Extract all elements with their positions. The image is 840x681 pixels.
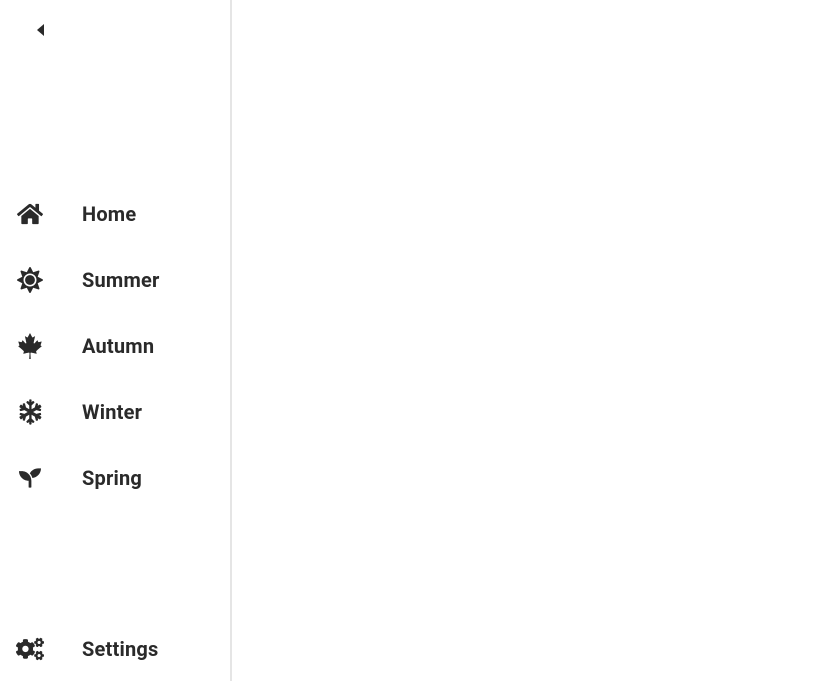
sidebar-item-label: Settings — [82, 637, 158, 661]
sidebar-item-spring[interactable]: Spring — [16, 464, 230, 492]
leaf-icon — [16, 332, 44, 360]
sidebar-item-label: Summer — [82, 268, 160, 292]
sun-icon — [16, 266, 44, 294]
sidebar-item-label: Winter — [82, 400, 142, 424]
sidebar: Home Summer Autumn W — [0, 0, 232, 681]
sidebar-item-winter[interactable]: Winter — [16, 398, 230, 426]
sidebar-item-label: Autumn — [82, 334, 154, 358]
sidebar-item-label: Home — [82, 202, 136, 226]
sidebar-item-home[interactable]: Home — [16, 200, 230, 228]
sidebar-nav: Home Summer Autumn W — [16, 200, 230, 492]
sidebar-item-autumn[interactable]: Autumn — [16, 332, 230, 360]
home-icon — [16, 200, 44, 228]
snowflake-icon — [16, 398, 44, 426]
sidebar-item-label: Spring — [82, 466, 142, 490]
collapse-sidebar-button[interactable] — [16, 18, 46, 42]
sidebar-item-summer[interactable]: Summer — [16, 266, 230, 294]
sidebar-item-settings[interactable]: Settings — [16, 635, 230, 663]
sidebar-footer: Settings — [16, 635, 230, 663]
cogs-icon — [16, 635, 44, 663]
chevron-left-icon — [26, 16, 54, 44]
main-content — [232, 0, 840, 681]
seedling-icon — [16, 464, 44, 492]
